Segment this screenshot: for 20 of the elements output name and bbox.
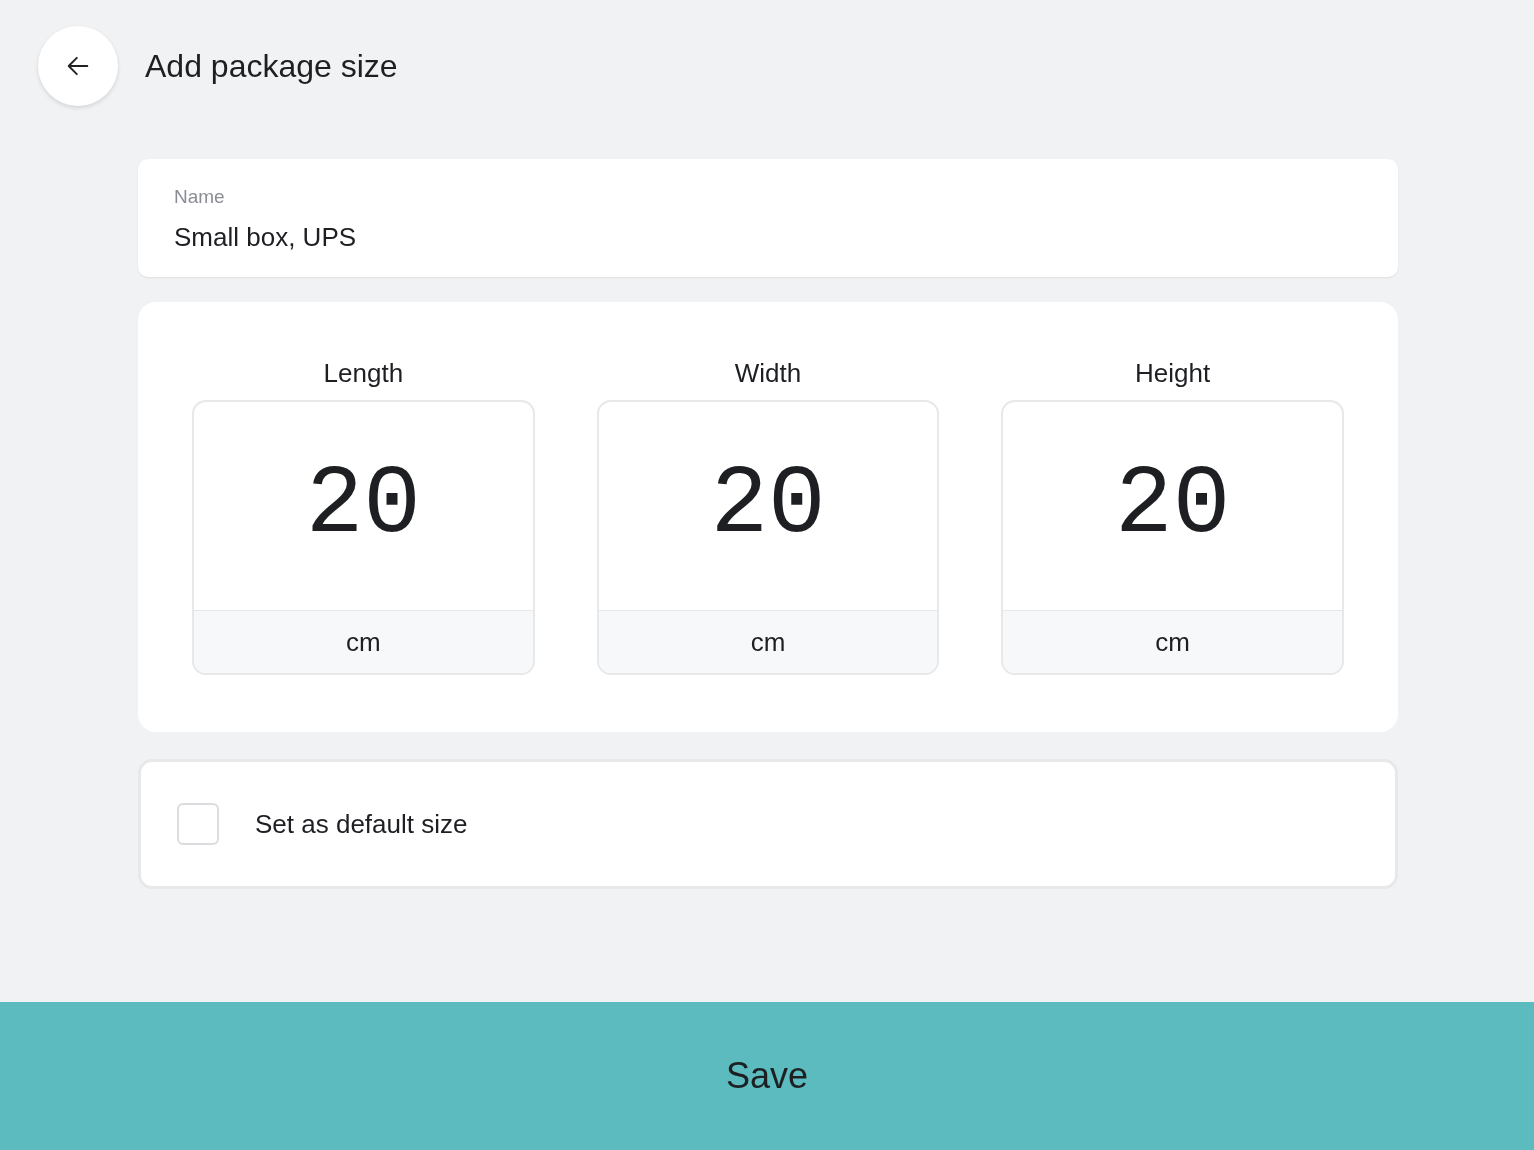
dimension-value: 20 [710,458,826,554]
unit-label: cm [750,625,786,659]
dimension-value: 20 [305,458,421,554]
dimension-input[interactable]: 20 cm [192,400,535,675]
dimension-label: Height [1135,357,1211,390]
name-input[interactable]: Small box, UPS [174,217,1362,257]
page-title: Add package size [145,47,398,86]
unit-label: cm [346,625,381,659]
save-button[interactable]: Save [0,1002,1534,1150]
name-field[interactable]: Name Small box, UPS [138,159,1398,277]
dimension-value: 20 [1115,458,1231,554]
dimension-input[interactable]: 20 cm [1001,400,1344,675]
dimension-label: Width [734,357,802,390]
dimension-input[interactable]: 20 cm [596,400,940,675]
dimension-label: Length [323,357,404,390]
name-label: Name [174,185,226,209]
back-button[interactable] [38,26,118,106]
unit-label: cm [1155,625,1190,659]
checkbox[interactable] [177,803,219,845]
default-size-label: Set as default size [255,807,468,841]
